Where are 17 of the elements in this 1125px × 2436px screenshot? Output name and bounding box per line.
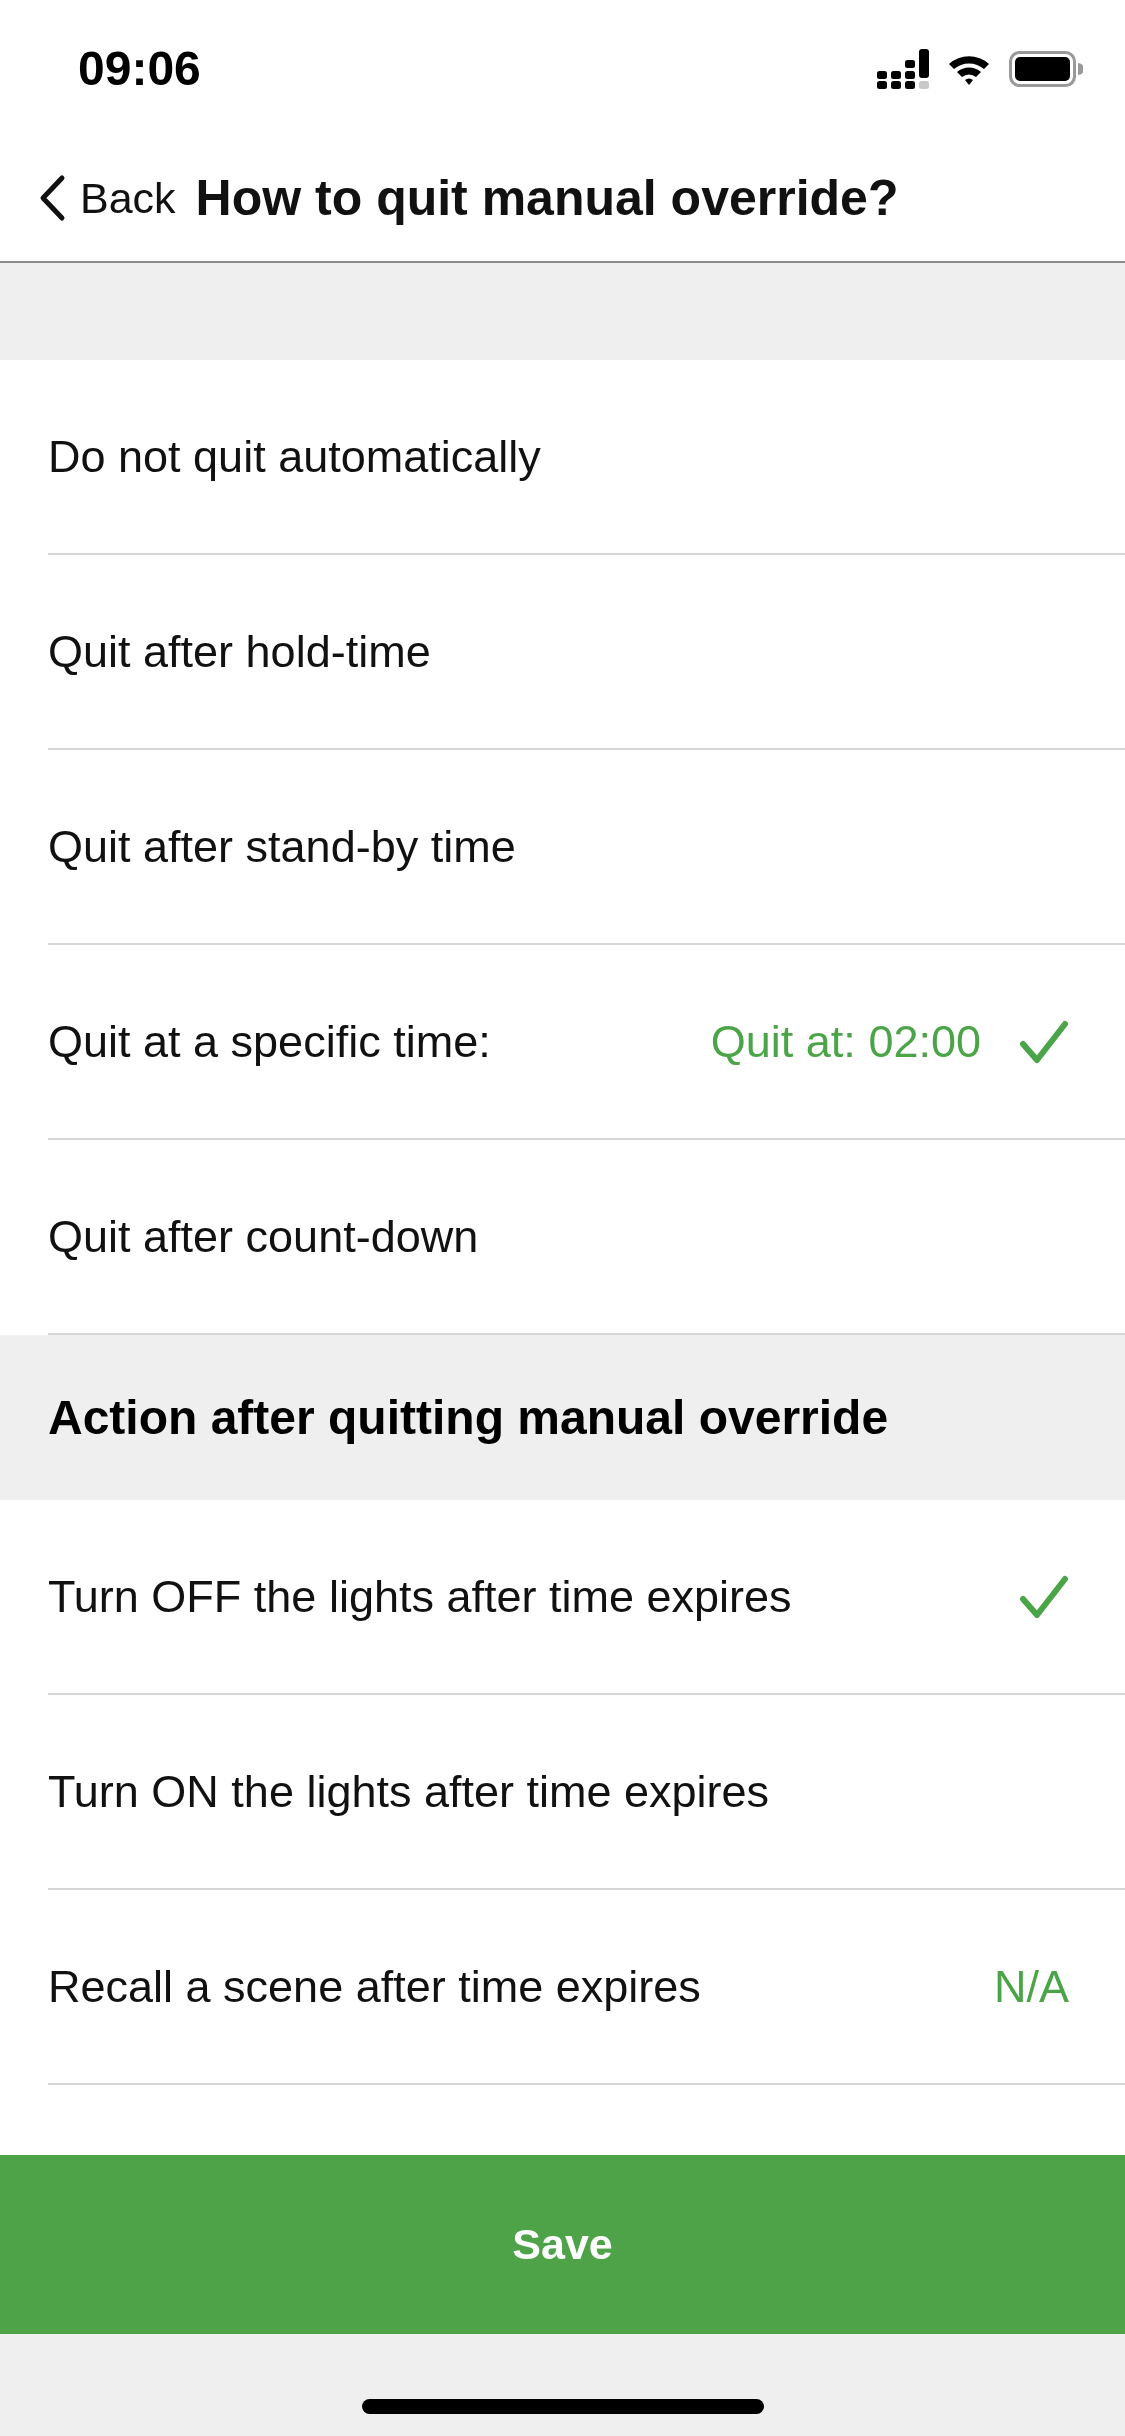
option-label: Turn OFF the lights after time expires [48,1569,792,1624]
option-label: Quit after hold-time [48,624,431,679]
option-value: Quit at: 02:00 [710,1014,981,1069]
back-button[interactable]: Back [38,165,176,231]
status-time: 09:06 [78,40,201,97]
option-label: Turn ON the lights after time expires [48,1764,770,1819]
battery-icon [1009,50,1083,87]
option-label: Quit after count-down [48,1209,479,1264]
back-chevron-icon [38,174,66,222]
option-label: Quit after stand-by time [48,819,516,874]
option-label: Recall a scene after time expires [48,1959,701,2014]
option-value: N/A [994,1959,1069,2014]
option-label: Quit at a specific time: [48,1014,491,1069]
option-label: Do not quit automatically [48,429,541,484]
signal-icon [877,48,929,89]
page-title: How to quit manual override? [195,168,899,228]
section-title: Action after quitting manual override [48,1389,889,1446]
